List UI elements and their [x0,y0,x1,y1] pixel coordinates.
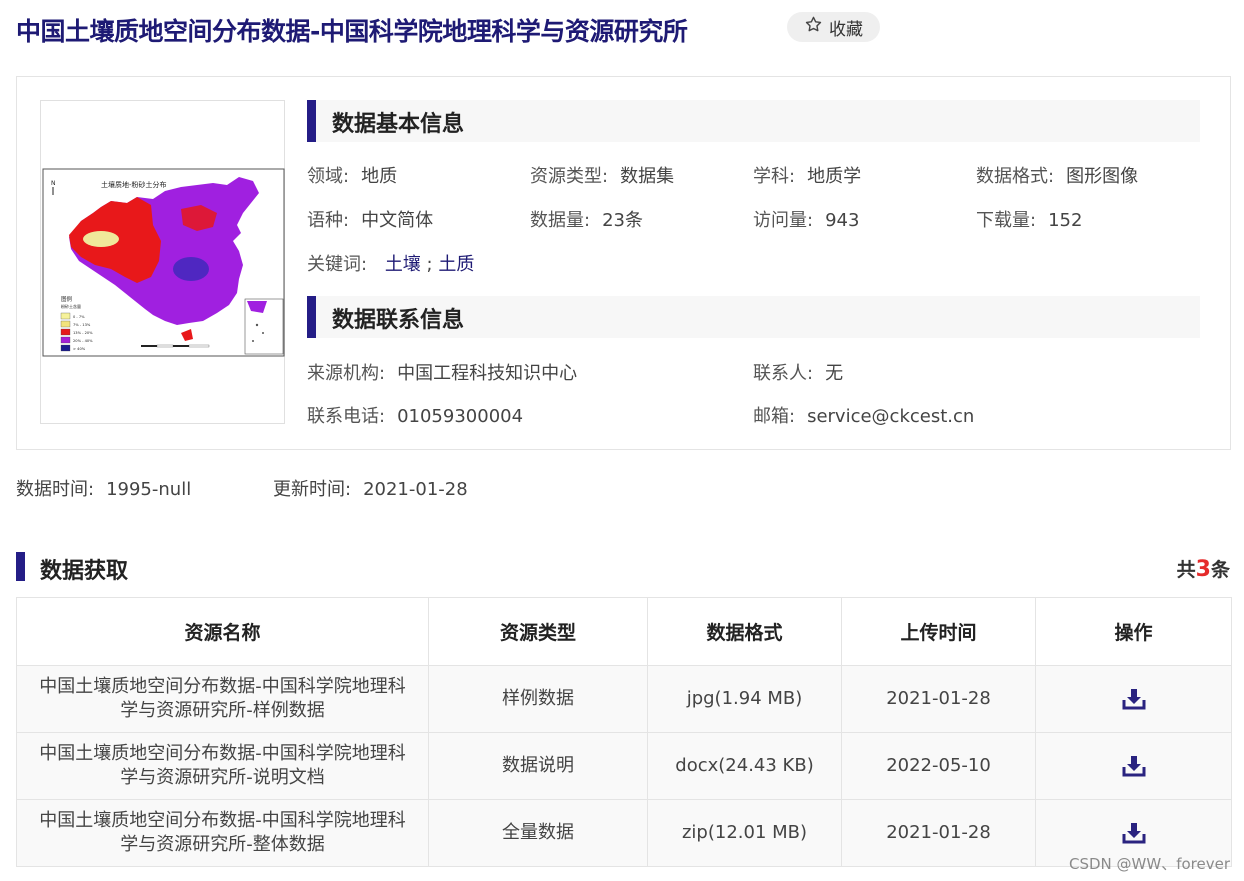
legend-label: 7% - 13% [73,323,91,327]
legend-label: 20% - 40% [73,339,93,343]
field-domain: 领域: 地质 [307,166,398,187]
resource-name: 中国土壤质地空间分布数据-中国科学院地理科 学与资源研究所-样例数据 [16,665,429,733]
field-subject: 学科: 地质学 [753,166,862,187]
keyword-link-soil[interactable]: 土壤 [385,254,421,275]
resource-type: 全量数据 [428,799,648,867]
table-row: 中国土壤质地空间分布数据-中国科学院地理科 学与资源研究所-整体数据 全量数据 z… [16,799,1232,867]
acquisition-accent-bar [16,552,25,581]
legend-title: 图例 [61,295,73,303]
field-resource-type: 资源类型: 数据集 [530,166,675,187]
column-header: 资源类型 [428,597,648,666]
acquisition-heading: 数据获取 [40,559,129,584]
resource-table: 资源名称 资源类型 数据格式 上传时间 操作 中国土壤质地空间分布数据-中国科学… [16,597,1232,867]
update-time: 更新时间: 2021-01-28 [273,479,468,500]
table-row: 中国土壤质地空间分布数据-中国科学院地理科 学与资源研究所-样例数据 样例数据 j… [16,665,1232,733]
star-icon [804,15,823,39]
page-title: 中国土壤质地空间分布数据-中国科学院地理科学与资源研究所 [16,17,688,46]
legend-swatch [60,344,71,352]
map-desert-region [83,231,119,247]
resource-date: 2021-01-28 [841,665,1036,733]
legend-swatch [60,320,71,328]
contact-info-heading-text: 数据联系信息 [332,308,465,333]
contact-info-heading: 数据联系信息 [307,296,1200,338]
watermark: CSDN @WW、forever [1069,855,1230,873]
column-header: 操作 [1035,597,1232,666]
download-cell [1035,732,1232,800]
resource-name: 中国土壤质地空间分布数据-中国科学院地理科 学与资源研究所-整体数据 [16,799,429,867]
map-blue-region [173,257,209,281]
keyword-link-soil-quality[interactable]: 土质 [438,254,474,275]
table-row: 中国土壤质地空间分布数据-中国科学院地理科 学与资源研究所-说明文档 数据说明 d… [16,732,1232,800]
favorite-button[interactable]: 收藏 [787,12,880,42]
field-contact-person: 联系人: 无 [753,363,844,384]
favorite-label: 收藏 [829,19,863,40]
legend-label: 0 - 7% [73,315,85,319]
acquisition-count: 共3条 [1176,557,1230,582]
heading-accent-bar [307,296,316,338]
data-time: 数据时间: 1995-null [16,479,192,500]
legend-subtitle: 粉砂土含量 [61,303,81,309]
field-visits: 访问量: 943 [753,210,860,231]
basic-info-heading-text: 数据基本信息 [332,112,465,137]
keyword-separator: ; [426,254,433,275]
resource-name: 中国土壤质地空间分布数据-中国科学院地理科 学与资源研究所-说明文档 [16,732,429,800]
field-email: 邮箱: service@ckcest.cn [753,406,975,427]
legend-swatch [60,336,71,344]
resource-format: zip(12.01 MB) [647,799,842,867]
dataset-thumbnail[interactable]: 土壤质地-粉砂土分布 N 图例 粉砂土含量 0 - 7% 7% - 13% 13% … [40,100,285,424]
field-language: 语种: 中文简体 [307,210,434,231]
legend-swatch [60,312,71,320]
column-header: 资源名称 [16,597,429,666]
info-panel: 土壤质地-粉砂土分布 N 图例 粉砂土含量 0 - 7% 7% - 13% 13% … [16,76,1231,450]
field-source-org: 来源机构: 中国工程科技知识中心 [307,363,578,384]
field-data-count: 数据量: 23条 [530,210,643,231]
download-icon[interactable] [1122,688,1146,710]
basic-info-heading: 数据基本信息 [307,100,1200,142]
field-downloads: 下载量: 152 [976,210,1083,231]
heading-accent-bar [307,100,316,142]
table-header-row: 资源名称 资源类型 数据格式 上传时间 操作 [16,597,1232,666]
column-header: 上传时间 [841,597,1036,666]
legend-swatch [60,328,71,336]
download-icon[interactable] [1122,755,1146,777]
field-phone: 联系电话: 01059300004 [307,406,524,427]
download-cell [1035,665,1232,733]
column-header: 数据格式 [647,597,842,666]
svg-text:N: N [51,180,56,187]
legend-label: > 40% [73,347,86,351]
resource-format: docx(24.43 KB) [647,732,842,800]
resource-date: 2022-05-10 [841,732,1036,800]
legend-label: 13% - 20% [73,331,93,335]
field-format: 数据格式: 图形图像 [976,166,1139,187]
resource-format: jpg(1.94 MB) [647,665,842,733]
resource-type: 数据说明 [428,732,648,800]
download-icon[interactable] [1122,822,1146,844]
resource-date: 2021-01-28 [841,799,1036,867]
resource-type: 样例数据 [428,665,648,733]
field-keywords: 关键词: 土壤 ; 土质 [307,254,475,275]
map-title: 土壤质地-粉砂土分布 [101,180,167,189]
